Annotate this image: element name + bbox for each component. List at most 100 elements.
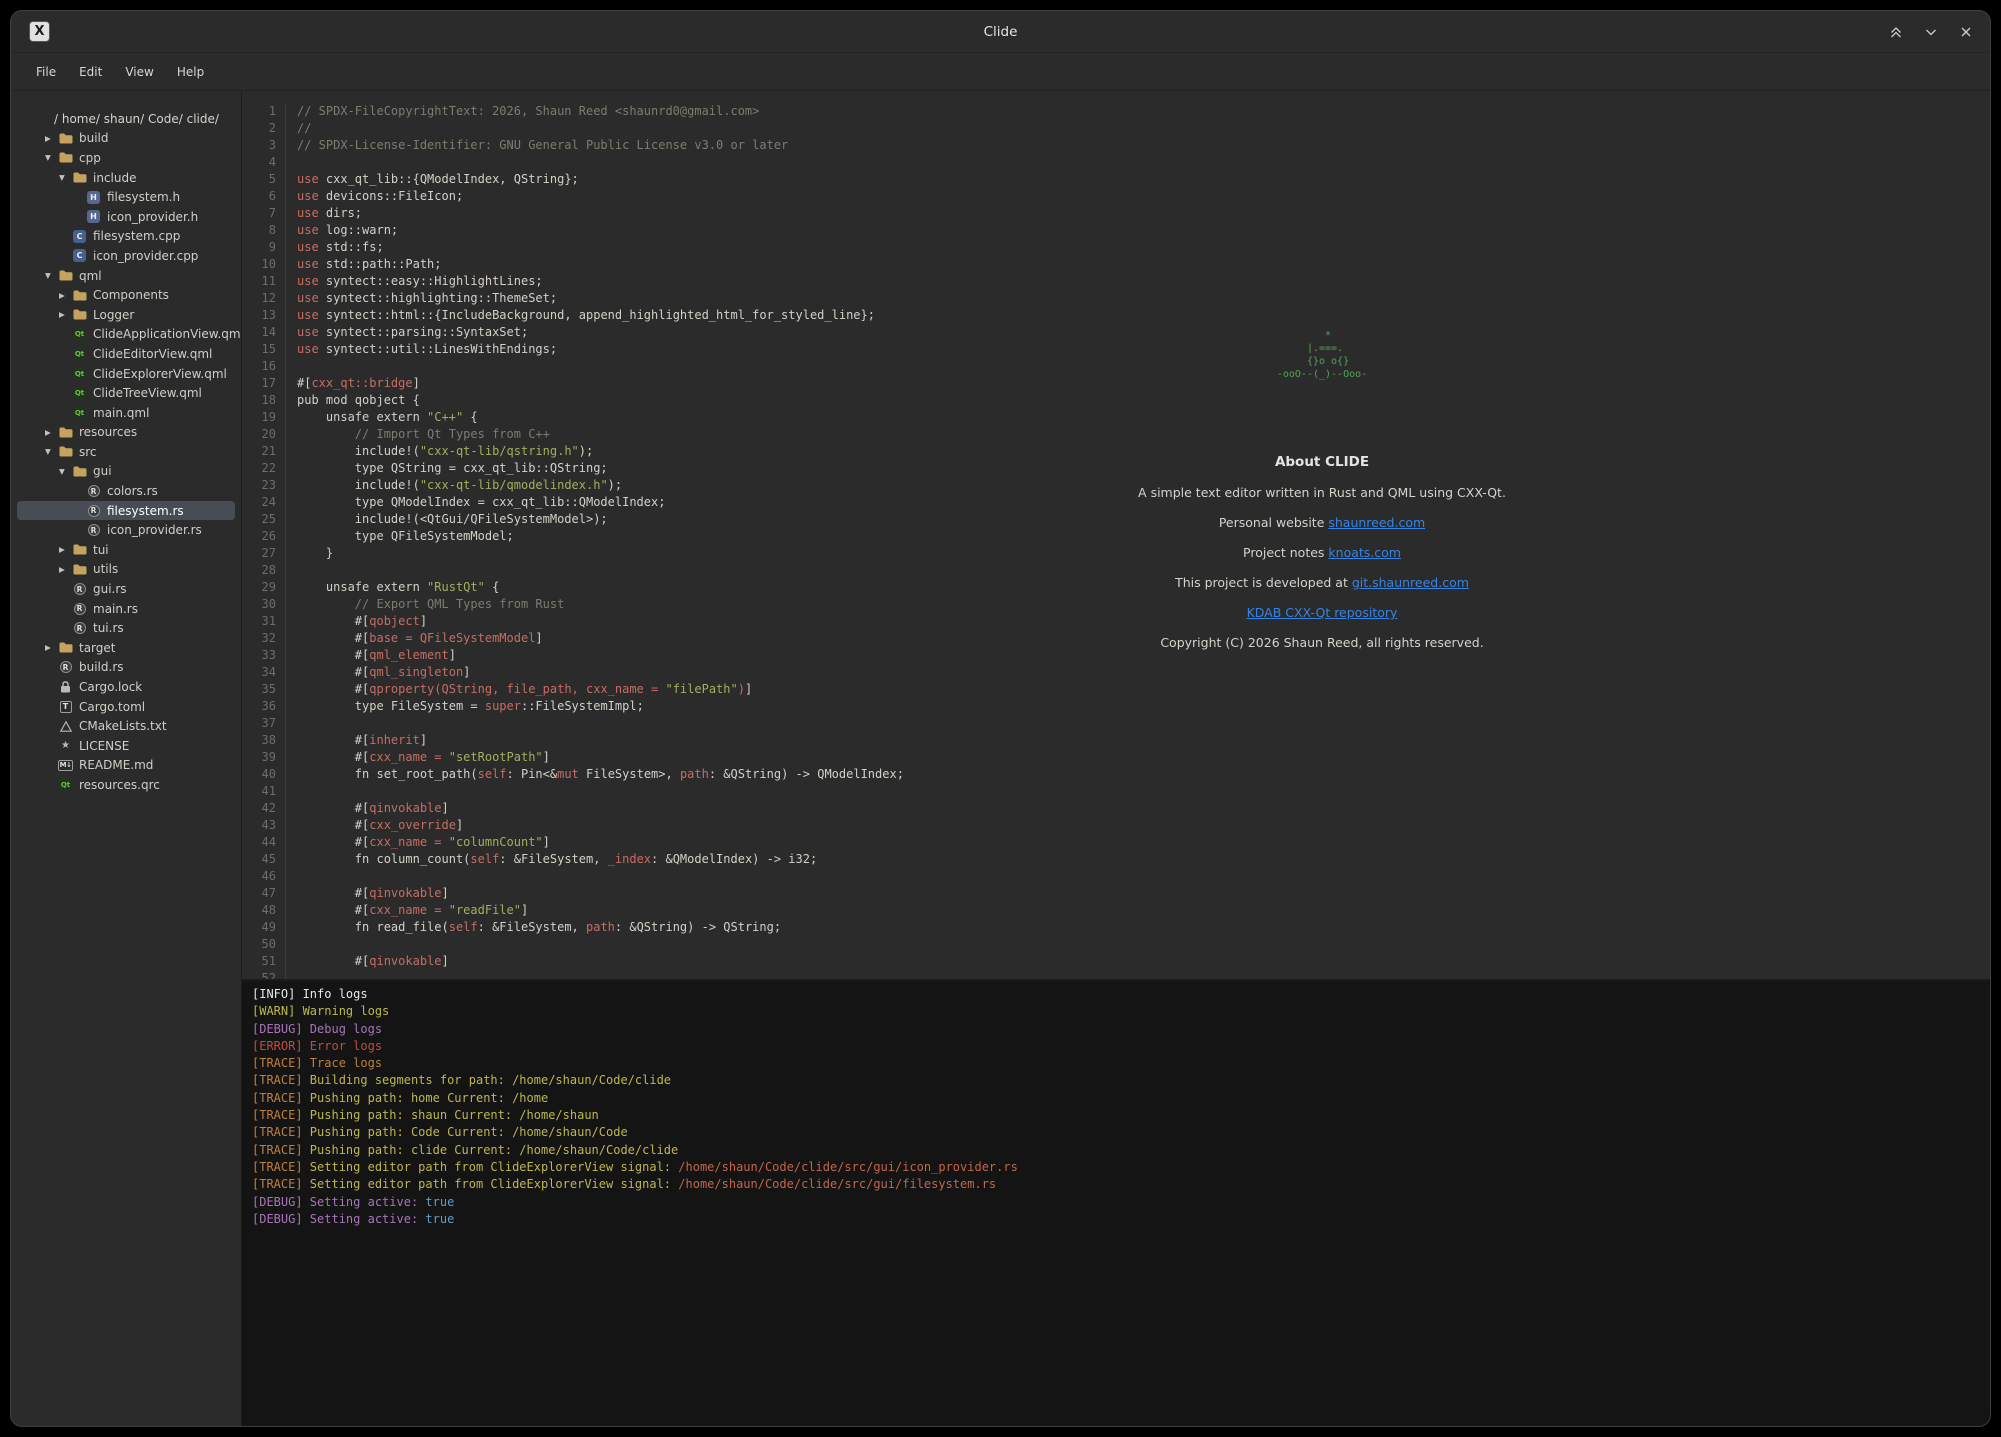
- tree-item-gui[interactable]: ▼gui: [17, 462, 235, 482]
- code-line[interactable]: 40 fn set_root_path(self: Pin<&mut FileS…: [242, 766, 1990, 783]
- code-line[interactable]: 4: [242, 154, 1990, 171]
- menu-file[interactable]: File: [27, 62, 65, 82]
- link-kdab-cxx-qt-repository[interactable]: KDAB CXX-Qt repository: [1247, 605, 1398, 620]
- code-line[interactable]: 35 #[qproperty(QString, file_path, cxx_n…: [242, 681, 1990, 698]
- line-number: 5: [242, 171, 286, 188]
- code-line[interactable]: 45 fn column_count(self: &FileSystem, _i…: [242, 851, 1990, 868]
- code-line[interactable]: 43 #[cxx_override]: [242, 817, 1990, 834]
- chevron-right-icon[interactable]: ▶: [58, 565, 72, 574]
- tree-item-resources[interactable]: ▶resources: [17, 423, 235, 443]
- code-line[interactable]: 36 type FileSystem = super::FileSystemIm…: [242, 698, 1990, 715]
- tree-item-qml[interactable]: ▼qml: [17, 266, 235, 286]
- code-line[interactable]: 9use std::fs;: [242, 239, 1990, 256]
- tree-item-readme-md[interactable]: M↓README.md: [17, 756, 235, 776]
- tree-item-colors-rs[interactable]: Rcolors.rs: [17, 481, 235, 501]
- chevron-down-icon[interactable]: ▼: [44, 271, 58, 280]
- code-line[interactable]: 38 #[inherit]: [242, 732, 1990, 749]
- code-line[interactable]: 52: [242, 970, 1990, 979]
- tree-item-clideexplorerview-qml[interactable]: QtClideExplorerView.qml: [17, 364, 235, 384]
- code-line[interactable]: 39 #[cxx_name = "setRootPath"]: [242, 749, 1990, 766]
- chevron-down-icon[interactable]: ▼: [58, 467, 72, 476]
- code-line[interactable]: 44 #[cxx_name = "columnCount"]: [242, 834, 1990, 851]
- code-line[interactable]: 42 #[qinvokable]: [242, 800, 1990, 817]
- code-line[interactable]: 6use devicons::FileIcon;: [242, 188, 1990, 205]
- tree-item-build-rs[interactable]: Rbuild.rs: [17, 658, 235, 678]
- link-knoats-com[interactable]: knoats.com: [1328, 545, 1401, 560]
- tree-item-cmakelists-txt[interactable]: CMakeLists.txt: [17, 716, 235, 736]
- code-line[interactable]: 2//: [242, 120, 1990, 137]
- tree-item-filesystem-rs[interactable]: Rfilesystem.rs: [17, 501, 235, 521]
- close-button[interactable]: [1956, 22, 1976, 42]
- code-line[interactable]: 41: [242, 783, 1990, 800]
- code-line[interactable]: 12use syntect::highlighting::ThemeSet;: [242, 290, 1990, 307]
- chevron-right-icon[interactable]: ▶: [58, 545, 72, 554]
- menu-view[interactable]: View: [116, 62, 162, 82]
- log-line: [DEBUG] Setting active: true: [252, 1194, 1980, 1211]
- code-line[interactable]: 1// SPDX-FileCopyrightText: 2026, Shaun …: [242, 103, 1990, 120]
- tree-item-license[interactable]: ★LICENSE: [17, 736, 235, 756]
- code-editor[interactable]: 1// SPDX-FileCopyrightText: 2026, Shaun …: [242, 91, 1990, 979]
- tree-item-label: ClideExplorerView.qml: [93, 367, 227, 381]
- tree-item-components[interactable]: ▶Components: [17, 285, 235, 305]
- link-git-shaunreed-com[interactable]: git.shaunreed.com: [1352, 575, 1469, 590]
- chevron-down-icon[interactable]: ▼: [58, 173, 72, 182]
- tree-item-resources-qrc[interactable]: Qtresources.qrc: [17, 775, 235, 795]
- tree-item-main-qml[interactable]: Qtmain.qml: [17, 403, 235, 423]
- tree-item-gui-rs[interactable]: Rgui.rs: [17, 579, 235, 599]
- code-line[interactable]: 11use syntect::easy::HighlightLines;: [242, 273, 1990, 290]
- code-line[interactable]: 37: [242, 715, 1990, 732]
- tree-item-main-rs[interactable]: Rmain.rs: [17, 599, 235, 619]
- code-line[interactable]: 46: [242, 868, 1990, 885]
- log-panel[interactable]: [INFO] Info logs[WARN] Warning logs[DEBU…: [242, 981, 1990, 1426]
- tree-item-clideeditorview-qml[interactable]: QtClideEditorView.qml: [17, 344, 235, 364]
- tree-item-logger[interactable]: ▶Logger: [17, 305, 235, 325]
- code-line[interactable]: 8use log::warn;: [242, 222, 1990, 239]
- link-shaunreed-com[interactable]: shaunreed.com: [1328, 515, 1425, 530]
- tree-item-icon-provider-cpp[interactable]: Cicon_provider.cpp: [17, 246, 235, 266]
- code-line[interactable]: 47 #[qinvokable]: [242, 885, 1990, 902]
- tree-item-clidetreeview-qml[interactable]: QtClideTreeView.qml: [17, 383, 235, 403]
- rust-icon: R: [72, 602, 87, 616]
- chevron-right-icon[interactable]: ▶: [44, 428, 58, 437]
- tree-item-filesystem-h[interactable]: Hfilesystem.h: [17, 187, 235, 207]
- code-line[interactable]: 51 #[qinvokable]: [242, 953, 1990, 970]
- tree-item-tui[interactable]: ▶tui: [17, 540, 235, 560]
- chevron-down-icon[interactable]: ▼: [44, 447, 58, 456]
- titlebar[interactable]: X Clide: [11, 11, 1990, 53]
- tree-item-icon-provider-h[interactable]: Hicon_provider.h: [17, 207, 235, 227]
- chevron-right-icon[interactable]: ▶: [58, 291, 72, 300]
- code-line[interactable]: 3// SPDX-License-Identifier: GNU General…: [242, 137, 1990, 154]
- tree-item-cargo-lock[interactable]: Cargo.lock: [17, 677, 235, 697]
- tree-item-build[interactable]: ▶build: [17, 129, 235, 149]
- code-line[interactable]: 50: [242, 936, 1990, 953]
- tree-item-cargo-toml[interactable]: TCargo.toml: [17, 697, 235, 717]
- shade-button[interactable]: [1886, 22, 1906, 42]
- menu-edit[interactable]: Edit: [70, 62, 111, 82]
- code-line[interactable]: 34 #[qml_singleton]: [242, 664, 1990, 681]
- header-icon: H: [86, 190, 101, 204]
- chevron-right-icon[interactable]: ▶: [44, 134, 58, 143]
- app-icon[interactable]: X: [29, 21, 50, 42]
- tree-item-src[interactable]: ▼src: [17, 442, 235, 462]
- code-line[interactable]: 7use dirs;: [242, 205, 1990, 222]
- unshade-button[interactable]: [1921, 22, 1941, 42]
- code-line[interactable]: 5use cxx_qt_lib::{QModelIndex, QString};: [242, 171, 1990, 188]
- tree-item-include[interactable]: ▼include: [17, 168, 235, 188]
- tree-item-target[interactable]: ▶target: [17, 638, 235, 658]
- tree-item-clideapplicationview-qml[interactable]: QtClideApplicationView.qml: [17, 325, 235, 345]
- tree-root-path[interactable]: / home/ shaun/ Code/ clide/: [11, 109, 241, 129]
- chevron-down-icon[interactable]: ▼: [44, 153, 58, 162]
- code-line[interactable]: 49 fn read_file(self: &FileSystem, path:…: [242, 919, 1990, 936]
- line-number: 44: [242, 834, 286, 851]
- tree-item-utils[interactable]: ▶utils: [17, 560, 235, 580]
- tree-item-cpp[interactable]: ▼cpp: [17, 148, 235, 168]
- tree-item-tui-rs[interactable]: Rtui.rs: [17, 618, 235, 638]
- code-line[interactable]: 13use syntect::html::{IncludeBackground,…: [242, 307, 1990, 324]
- menu-help[interactable]: Help: [168, 62, 213, 82]
- tree-item-filesystem-cpp[interactable]: Cfilesystem.cpp: [17, 227, 235, 247]
- code-line[interactable]: 48 #[cxx_name = "readFile"]: [242, 902, 1990, 919]
- chevron-right-icon[interactable]: ▶: [58, 310, 72, 319]
- chevron-right-icon[interactable]: ▶: [44, 643, 58, 652]
- code-line[interactable]: 10use std::path::Path;: [242, 256, 1990, 273]
- tree-item-icon-provider-rs[interactable]: Ricon_provider.rs: [17, 520, 235, 540]
